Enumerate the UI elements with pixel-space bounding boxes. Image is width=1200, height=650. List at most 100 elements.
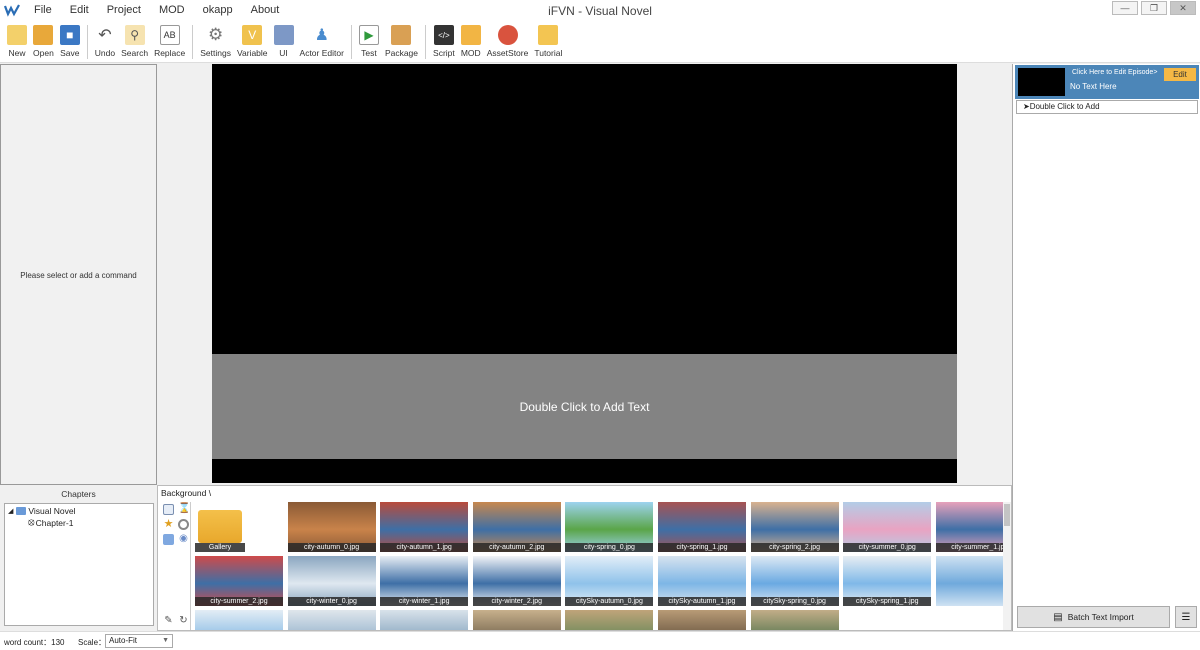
asset-thumbnail[interactable]: city-summer_1.jpg (935, 502, 1003, 552)
textbox-prompt: Double Click to Add Text (519, 399, 650, 414)
refresh-icon[interactable]: ↻ (178, 616, 189, 627)
dialogue-textbox[interactable]: Double Click to Add Text (212, 354, 957, 459)
gear-icon: ⚙ (207, 25, 224, 44)
command-panel[interactable]: Please select or add a command (0, 64, 157, 485)
edit-external-icon[interactable]: ✎ (163, 616, 174, 627)
actor-editor-button[interactable]: ♟ Actor Editor (300, 20, 344, 58)
asset-thumbnail[interactable] (287, 610, 376, 630)
test-button[interactable]: ▶ Test (358, 20, 379, 58)
ui-window-icon (273, 25, 294, 45)
scale-select[interactable]: Auto-Fit ▼ (105, 634, 173, 648)
tree-chapter-label: Chapter-1 (35, 517, 74, 528)
asset-thumbnail[interactable] (658, 610, 746, 630)
save-disk-icon: ■ (59, 25, 80, 45)
save-button[interactable]: ■ Save (59, 20, 80, 58)
double-click-add-row[interactable]: ➤Double Click to Add (1016, 100, 1198, 114)
asset-thumbnail[interactable]: city-spring_0.jpg (565, 502, 654, 552)
replace-button[interactable]: AB Replace (154, 20, 185, 58)
asset-thumbnail[interactable]: city-autumn_1.jpg (380, 502, 469, 552)
asset-thumbnail[interactable]: city-winter_0.jpg (287, 556, 376, 606)
settings-label: Settings (200, 48, 231, 58)
variable-label: Variable (236, 48, 268, 58)
toolbar-divider (425, 25, 427, 59)
disc-icon[interactable] (178, 519, 189, 530)
asset-thumbnail[interactable] (380, 610, 469, 630)
open-button[interactable]: Open (33, 20, 54, 58)
asset-thumbnail[interactable] (565, 610, 654, 630)
asset-scrollbar-thumb[interactable] (1004, 504, 1010, 526)
episode-card[interactable]: Click Here to Edit Episode> No Text Here… (1015, 65, 1199, 99)
asset-thumbnail[interactable]: city-spring_1.jpg (658, 502, 746, 552)
tutorial-button[interactable]: Tutorial (534, 20, 562, 58)
replace-label: Replace (154, 48, 186, 58)
asset-scrollbar[interactable] (1003, 502, 1011, 630)
new-label: New (8, 48, 26, 58)
undo-label: Undo (94, 48, 116, 58)
ui-button[interactable]: UI (273, 20, 294, 58)
tree-node-root[interactable]: ◢ Visual Novel (8, 506, 75, 516)
asset-thumbnail[interactable]: citySky-autumn_0.jpg (565, 556, 654, 606)
mod-label: MOD (460, 48, 481, 58)
asset-caption: city-winter_1.jpg (380, 597, 469, 606)
package-button[interactable]: Package (385, 20, 418, 58)
star-icon[interactable]: ★ (163, 519, 174, 530)
gallery-folder-tile[interactable]: Gallery (195, 502, 283, 552)
app-window: File Edit Project MOD okapp About iFVN -… (0, 0, 1200, 650)
asset-thumbnail[interactable] (750, 610, 839, 630)
asset-thumbnail[interactable]: citySky-spring_1.jpg (843, 556, 932, 606)
edit-episode-link[interactable]: Click Here to Edit Episode> (1072, 69, 1157, 76)
window-controls: — ❐ ✕ (1109, 1, 1196, 15)
asset-caption: city-winter_0.jpg (287, 597, 376, 606)
script-button[interactable]: </> Script (433, 20, 455, 58)
asset-caption: city-summer_0.jpg (843, 543, 932, 552)
asset-thumbnail[interactable]: city-autumn_0.jpg (287, 502, 376, 552)
close-button[interactable]: ✕ (1170, 1, 1196, 15)
microphone-icon[interactable]: ◉ (178, 534, 189, 545)
title-bar: File Edit Project MOD okapp About iFVN -… (0, 0, 1200, 20)
asset-caption: citySky-spring_1.jpg (843, 597, 932, 606)
episode-edit-button[interactable]: Edit (1164, 68, 1196, 81)
search-icon: ⚲ (124, 25, 145, 45)
chapter-tree: ◢ Visual Novel ⦻ Chapter-1 (4, 503, 154, 626)
hourglass-icon[interactable]: ⌛ (178, 504, 190, 515)
gallery-folder-icon (198, 510, 242, 543)
asset-thumbnail[interactable]: citySky-autumn_1.jpg (658, 556, 746, 606)
asset-caption: city-winter_2.jpg (472, 597, 561, 606)
undo-button[interactable]: ↶ Undo (95, 20, 115, 58)
mod-button[interactable]: MOD (460, 20, 481, 58)
variable-button[interactable]: V Variable (237, 20, 268, 58)
episode-panel: Click Here to Edit Episode> No Text Here… (1012, 64, 1200, 631)
asset-thumbnail[interactable]: city-summer_0.jpg (843, 502, 932, 552)
search-label: Search (121, 48, 149, 58)
background-category-icon[interactable] (163, 504, 174, 515)
settings-button[interactable]: ⚙ Settings (200, 20, 231, 58)
collapse-arrow-icon[interactable]: ◢ (8, 507, 13, 515)
list-options-button[interactable]: ☰ (1175, 606, 1197, 628)
preview-stage[interactable]: Double Click to Add Text (212, 64, 957, 483)
asset-thumbnail[interactable]: city-summer_2.jpg (195, 556, 283, 606)
asset-thumbnail[interactable]: city-autumn_2.jpg (472, 502, 561, 552)
asset-thumbnail[interactable] (472, 610, 561, 630)
asset-thumbnail[interactable] (195, 610, 283, 630)
script-terminal-icon: </> (433, 25, 454, 45)
new-button[interactable]: New (7, 20, 27, 58)
asset-thumbnail[interactable]: city-winter_2.jpg (472, 556, 561, 606)
replace-icon: AB (159, 25, 180, 45)
asset-thumbnail[interactable]: citySky-spring_0.jpg (750, 556, 839, 606)
asset-thumbnail[interactable] (935, 556, 1003, 606)
new-file-icon (7, 25, 27, 45)
search-button[interactable]: ⚲ Search (121, 20, 148, 58)
image-category-icon[interactable] (163, 534, 174, 545)
asset-thumbnail[interactable]: city-winter_1.jpg (380, 556, 469, 606)
asset-caption: city-spring_0.jpg (565, 543, 654, 552)
assetstore-button[interactable]: AssetStore (487, 20, 528, 58)
variable-icon: V (242, 25, 263, 45)
asset-thumbnail[interactable]: city-spring_2.jpg (750, 502, 839, 552)
asset-caption: city-autumn_0.jpg (287, 543, 376, 552)
batch-text-import-button[interactable]: ▤ Batch Text Import (1017, 606, 1170, 628)
close-icon: ✕ (1179, 2, 1187, 13)
asset-category-tools: ⌛ ★ ◉ ✎ ↻ (161, 502, 191, 630)
minimize-button[interactable]: — (1112, 1, 1138, 15)
restore-button[interactable]: ❐ (1141, 1, 1167, 15)
tree-node-chapter[interactable]: ⦻ Chapter-1 (28, 517, 73, 528)
